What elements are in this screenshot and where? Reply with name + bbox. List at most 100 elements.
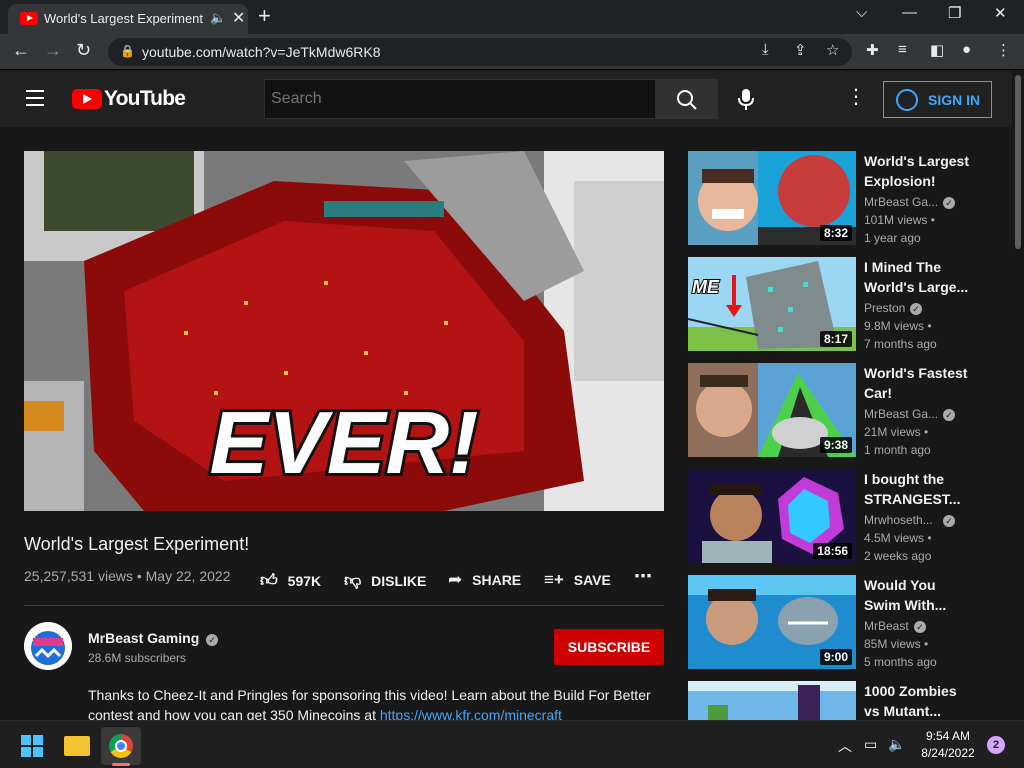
recommended-channel[interactable]: Mrwhoseth... xyxy=(864,513,933,527)
search-input[interactable] xyxy=(264,79,656,119)
page-scrollbar[interactable] xyxy=(1012,71,1024,726)
video-thumbnail[interactable]: 9:00 xyxy=(688,575,856,669)
recommended-video[interactable]: 1000 Zombies vs Mutant... xyxy=(688,681,998,720)
channel-avatar[interactable] xyxy=(24,622,72,670)
save-label: SAVE xyxy=(573,572,611,588)
browser-tab[interactable]: World's Largest Experiment! 🔈 ✕ xyxy=(8,4,248,34)
system-clock[interactable]: 9:54 AM 8/24/2022 xyxy=(908,728,988,762)
minimize-button[interactable]: — xyxy=(902,4,917,21)
close-tab-icon[interactable]: ✕ xyxy=(232,8,245,28)
settings-dots-icon[interactable]: ⋮ xyxy=(846,87,866,107)
windows-start-icon[interactable] xyxy=(21,735,43,757)
windows-taskbar: ︿ ▭ 🔈 9:54 AM 8/24/2022 2 xyxy=(0,720,1024,768)
bookmark-star-icon[interactable]: ☆ xyxy=(826,41,839,59)
video-duration: 8:17 xyxy=(819,331,852,347)
video-thumbnail[interactable]: ME 8:17 xyxy=(688,257,856,351)
recommended-video[interactable]: ME 8:17 I Mined The World's Large... Pre… xyxy=(688,257,998,353)
address-bar[interactable]: 🔒 youtube.com/watch?v=JeTkMdw6RK8 xyxy=(108,38,852,66)
forward-arrow-icon[interactable]: → xyxy=(44,40,62,61)
video-description: Thanks to Cheez-It and Pringles for spon… xyxy=(88,685,668,725)
recommended-video[interactable]: 18:56 I bought the STRANGEST... Mrwhoset… xyxy=(688,469,998,565)
playlist-add-icon: ≡+ xyxy=(544,570,564,589)
recommended-title[interactable]: World's Largest Explosion! xyxy=(864,151,974,191)
tab-title: World's Largest Experiment! xyxy=(44,11,204,26)
search-icon xyxy=(677,90,697,110)
sign-in-label: SIGN IN xyxy=(928,92,981,108)
like-button[interactable]: 👍︎ 597K xyxy=(260,570,321,591)
recommended-age: 1 month ago xyxy=(864,443,931,457)
verified-check-icon: ✓ xyxy=(943,197,955,209)
recommended-video[interactable]: 9:00 Would You Swim With... MrBeast ✓ 85… xyxy=(688,575,998,671)
speaker-icon[interactable]: 🔈 xyxy=(210,10,226,26)
channel-name[interactable]: MrBeast Gaming ✓ xyxy=(88,630,219,646)
share-button[interactable]: ➦ SHARE xyxy=(448,570,521,590)
profile-icon[interactable]: ● xyxy=(962,41,971,58)
thumbs-down-icon: 👎︎ xyxy=(344,571,362,590)
recommended-title[interactable]: I bought the STRANGEST... xyxy=(864,469,974,509)
notification-badge[interactable]: 2 xyxy=(987,736,1005,754)
recommended-video[interactable]: 8:32 World's Largest Explosion! MrBeast … xyxy=(688,151,998,247)
subscriber-count: 28.6M subscribers xyxy=(88,651,187,665)
recommended-age: 5 months ago xyxy=(864,655,937,669)
recommended-channel[interactable]: MrBeast xyxy=(864,619,909,633)
restore-button[interactable]: ❐ xyxy=(948,4,961,22)
browser-menu-icon[interactable]: ⋮ xyxy=(996,41,1011,59)
tab-search-chevron-icon[interactable]: ⌵ xyxy=(856,4,867,21)
recommended-video[interactable]: 9:38 World's Fastest Car! MrBeast Ga... … xyxy=(688,363,998,459)
share-arrow-icon: ➦ xyxy=(448,570,463,589)
thumbnail-label: ME xyxy=(692,277,720,297)
like-count: 597K xyxy=(287,573,322,589)
network-icon[interactable]: ▭ xyxy=(864,736,877,753)
recommended-title[interactable]: 1000 Zombies vs Mutant... xyxy=(864,681,974,720)
video-player[interactable]: EVER! xyxy=(24,151,664,511)
chevron-up-icon[interactable]: ︿ xyxy=(838,736,852,756)
recommended-views: 85M views • xyxy=(864,637,929,651)
microphone-icon[interactable] xyxy=(736,87,756,111)
video-thumbnail[interactable]: 9:38 xyxy=(688,363,856,457)
channel-name-text[interactable]: MrBeast Gaming xyxy=(88,630,199,646)
save-button[interactable]: ≡+ SAVE xyxy=(544,570,611,590)
new-tab-button[interactable]: + xyxy=(258,3,271,29)
recommended-title[interactable]: World's Fastest Car! xyxy=(864,363,974,403)
thumbs-up-icon: 👍︎ xyxy=(260,571,278,590)
sign-in-button[interactable]: SIGN IN xyxy=(883,81,992,118)
file-explorer-icon[interactable] xyxy=(64,736,90,756)
dislike-button[interactable]: 👎︎ DISLIKE xyxy=(344,570,426,591)
chrome-icon[interactable] xyxy=(109,734,133,758)
recommended-age: 7 months ago xyxy=(864,337,937,351)
recommended-age: 1 year ago xyxy=(864,231,921,245)
media-queue-icon[interactable]: ≡ xyxy=(898,41,907,58)
back-arrow-icon[interactable]: ← xyxy=(12,40,30,61)
recommended-channel[interactable]: Preston xyxy=(864,301,905,315)
youtube-logo-text[interactable]: YouTube xyxy=(104,87,186,111)
hamburger-menu-icon[interactable] xyxy=(26,90,46,106)
verified-check-icon: ✓ xyxy=(910,303,922,315)
subscribe-button[interactable]: SUBSCRIBE xyxy=(554,629,664,665)
youtube-logo-icon[interactable] xyxy=(72,89,102,109)
window-close-button[interactable]: ✕ xyxy=(994,4,1007,22)
more-actions-icon[interactable]: ⋯ xyxy=(634,566,652,587)
video-thumbnail[interactable]: 8:32 xyxy=(688,151,856,245)
youtube-header: YouTube ⋮ SIGN IN xyxy=(0,71,1012,127)
volume-icon[interactable]: 🔈 xyxy=(888,736,905,753)
url-text[interactable]: youtube.com/watch?v=JeTkMdw6RK8 xyxy=(142,44,381,60)
search-button[interactable] xyxy=(656,79,718,119)
side-panel-icon[interactable]: ◧ xyxy=(930,41,944,59)
channel-avatar-icon xyxy=(24,622,72,670)
share-page-icon[interactable]: ⇪ xyxy=(794,41,807,59)
recommended-views: 21M views • xyxy=(864,425,929,439)
recommended-title[interactable]: I Mined The World's Large... xyxy=(864,257,974,297)
lock-icon[interactable]: 🔒 xyxy=(120,44,135,58)
install-app-icon[interactable]: ⤓ xyxy=(762,41,769,58)
video-thumbnail[interactable]: 18:56 xyxy=(688,469,856,563)
verified-check-icon: ✓ xyxy=(943,409,955,421)
video-thumbnail[interactable] xyxy=(688,681,856,720)
recommended-channel[interactable]: MrBeast Ga... xyxy=(864,407,938,421)
divider xyxy=(24,605,664,606)
reload-icon[interactable]: ↻ xyxy=(76,40,91,61)
recommended-title[interactable]: Would You Swim With... xyxy=(864,575,974,615)
scrollbar-thumb[interactable] xyxy=(1015,75,1021,249)
recommended-channel[interactable]: MrBeast Ga... xyxy=(864,195,938,209)
extensions-puzzle-icon[interactable]: ✚ xyxy=(866,41,879,59)
view-count-date: 25,257,531 views • May 22, 2022 xyxy=(24,568,231,584)
